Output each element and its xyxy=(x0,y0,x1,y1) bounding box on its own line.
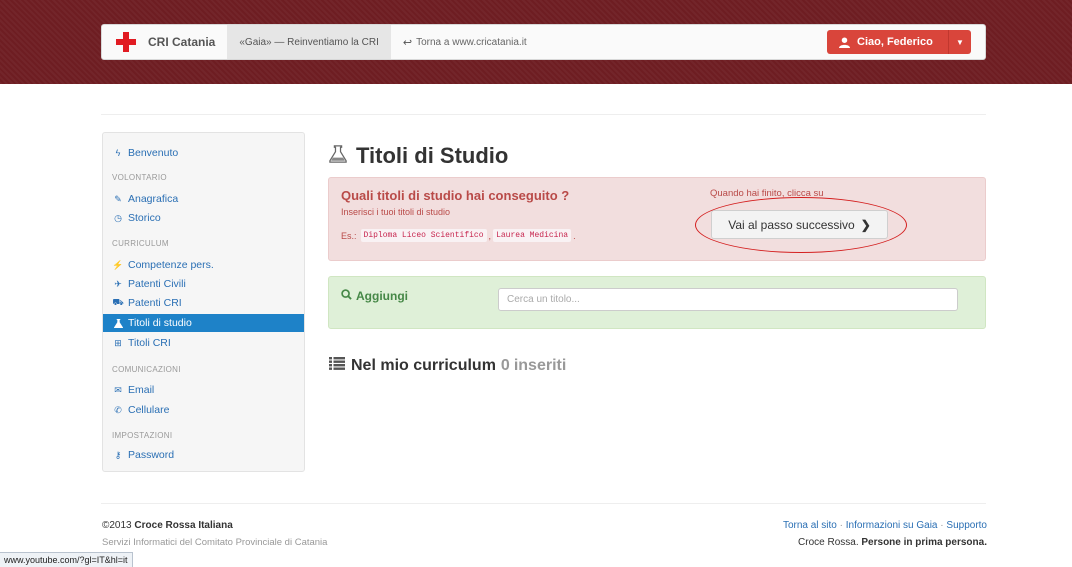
footer-separator: · xyxy=(940,520,944,531)
sidebar-section-impostazioni: IMPOSTAZIONI xyxy=(112,431,173,440)
browser-status-bar: www.youtube.com/?gl=IT&hl=it xyxy=(0,552,133,567)
curriculum-label: Nel mio curriculum xyxy=(351,357,496,374)
nav-gaia-link[interactable]: «Gaia» — Reinventiamo la CRI xyxy=(227,25,391,59)
chevron-right-icon: ❯ xyxy=(860,217,871,232)
sidebar: ϟ Benvenuto VOLONTARIO ✎ Anagrafica ◷ St… xyxy=(102,132,305,472)
list-icon xyxy=(329,357,345,375)
sidebar-item-label: Anagrafica xyxy=(128,193,179,205)
nav-back-label: Torna a www.cricatania.it xyxy=(416,36,527,48)
caret-down-icon[interactable]: ▼ xyxy=(948,30,971,54)
add-label-row: Aggiungi xyxy=(341,289,408,303)
magic-wand-icon: ⚡ xyxy=(112,259,124,270)
divider xyxy=(101,114,986,115)
sidebar-item-label: Titoli di studio xyxy=(128,317,192,329)
footer-links: Torna al sito · Informazioni su Gaia · S… xyxy=(783,520,987,531)
example-code: Laurea Medicina xyxy=(493,229,572,242)
sidebar-item-label: Storico xyxy=(128,212,161,224)
copyright-year: ©2013 xyxy=(102,520,132,531)
sidebar-item-label: Patenti CRI xyxy=(128,297,182,309)
divider xyxy=(101,503,986,504)
period-separator: . xyxy=(573,230,576,241)
red-cross-logo-icon xyxy=(116,32,136,52)
footer-link-sito[interactable]: Torna al sito xyxy=(783,520,837,531)
footer-subtitle: Servizi Informatici del Comitato Provinc… xyxy=(102,537,328,548)
key-icon: ⚷ xyxy=(114,449,122,460)
alert-question: Quali titoli di studio hai conseguito ? xyxy=(341,188,570,203)
next-step-label: Vai al passo successivo xyxy=(728,217,855,232)
user-icon xyxy=(835,36,853,48)
footer-org: Croce Rossa Italiana xyxy=(134,520,233,531)
search-icon xyxy=(341,289,352,303)
add-title-panel: Aggiungi xyxy=(328,276,986,329)
footer-slogan: Croce Rossa. Persone in prima persona. xyxy=(798,537,987,548)
brand-name: CRI Catania xyxy=(148,35,216,49)
clock-icon: ◷ xyxy=(114,212,122,223)
sidebar-item-anagrafica[interactable]: ✎ Anagrafica xyxy=(103,190,304,208)
nav-back-link[interactable]: ↩ Torna a www.cricatania.it xyxy=(391,25,539,59)
bolt-icon: ϟ xyxy=(115,148,121,158)
sidebar-section-volontario: VOLONTARIO xyxy=(112,173,167,182)
user-greeting: Ciao, Federico xyxy=(857,36,933,48)
footer-copyright: ©2013 Croce Rossa Italiana xyxy=(102,520,233,531)
curriculum-heading: Nel mio curriculum 0 inseriti xyxy=(329,357,566,375)
sidebar-item-competenze[interactable]: ⚡ Competenze pers. xyxy=(103,256,304,274)
alert-subtitle: Inserisci i tuoi titoli di studio xyxy=(341,207,451,217)
sidebar-item-label: Cellulare xyxy=(128,404,170,416)
sidebar-item-label: Email xyxy=(128,384,155,396)
sidebar-item-titoli-cri[interactable]: ⊞ Titoli CRI xyxy=(103,334,304,352)
sidebar-item-benvenuto[interactable]: ϟ Benvenuto xyxy=(103,144,304,162)
next-step-button[interactable]: Vai al passo successivo ❯ xyxy=(711,210,888,239)
comma-separator: , xyxy=(488,230,492,241)
flask-icon xyxy=(329,143,347,169)
sidebar-item-label: Titoli CRI xyxy=(128,337,171,349)
alert-when-done: Quando hai finito, clicca su xyxy=(710,188,824,199)
page-title-row: Titoli di Studio xyxy=(329,143,508,169)
sidebar-item-cellulare[interactable]: ✆ Cellulare xyxy=(103,401,304,419)
flask-icon xyxy=(112,318,124,328)
footer-separator: · xyxy=(839,520,843,531)
add-label: Aggiungi xyxy=(356,289,408,303)
user-menu-button[interactable]: Ciao, Federico ▼ xyxy=(827,30,971,54)
sidebar-item-label: Password xyxy=(128,449,175,461)
sidebar-item-patenti-civili[interactable]: ✈ Patenti Civili xyxy=(103,275,304,293)
sidebar-item-label: Benvenuto xyxy=(128,147,179,159)
title-search-input[interactable] xyxy=(498,288,958,311)
alert-examples: Es.: Diploma Liceo Scientifico , Laurea … xyxy=(341,229,576,242)
curriculum-count: 0 xyxy=(500,357,510,374)
sidebar-item-storico[interactable]: ◷ Storico xyxy=(103,209,304,227)
footer-link-supporto[interactable]: Supporto xyxy=(946,520,987,531)
curriculum-suffix: inseriti xyxy=(513,357,567,374)
sidebar-item-label: Patenti Civili xyxy=(128,278,186,290)
edit-icon: ✎ xyxy=(114,193,122,204)
phone-icon: ✆ xyxy=(114,404,122,415)
brand-link[interactable]: CRI Catania xyxy=(102,25,227,59)
footer-link-info[interactable]: Informazioni su Gaia xyxy=(846,520,938,531)
sidebar-item-password[interactable]: ⚷ Password xyxy=(103,446,304,464)
sidebar-item-titoli-studio[interactable]: Titoli di studio xyxy=(103,314,304,332)
examples-prefix: Es.: xyxy=(341,230,357,241)
plane-icon: ✈ xyxy=(114,278,122,289)
reply-arrow-icon: ↩ xyxy=(402,36,413,49)
truck-icon: ⛟ xyxy=(112,297,124,307)
slogan-prefix: Croce Rossa. xyxy=(798,537,859,548)
instructions-alert: Quali titoli di studio hai conseguito ? … xyxy=(328,177,986,261)
sidebar-section-curriculum: CURRICULUM xyxy=(112,239,169,248)
page-title: Titoli di Studio xyxy=(356,143,509,168)
top-navbar: CRI Catania «Gaia» — Reinventiamo la CRI… xyxy=(101,24,986,60)
status-url: www.youtube.com/?gl=IT&hl=it xyxy=(4,555,128,565)
plus-square-icon: ⊞ xyxy=(114,337,122,348)
sidebar-item-label: Competenze pers. xyxy=(128,259,214,271)
sidebar-item-email[interactable]: ✉ Email xyxy=(103,381,304,399)
envelope-icon: ✉ xyxy=(114,384,122,395)
example-code: Diploma Liceo Scientifico xyxy=(360,229,487,242)
sidebar-item-patenti-cri[interactable]: ⛟ Patenti CRI xyxy=(103,294,304,312)
sidebar-section-comunicazioni: COMUNICAZIONI xyxy=(112,365,181,374)
slogan-bold: Persone in prima persona. xyxy=(861,537,987,548)
